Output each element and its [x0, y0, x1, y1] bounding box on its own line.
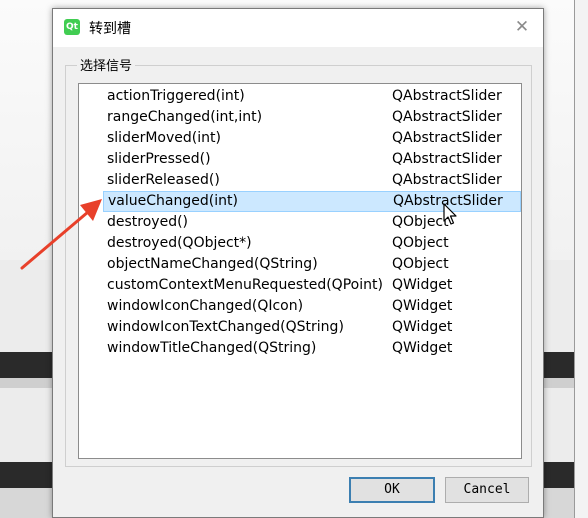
signal-class: QAbstractSlider	[392, 109, 502, 125]
go-to-slot-dialog: Qt 转到槽 ✕ 选择信号 actionTriggered(int) QAbstr…	[52, 8, 544, 518]
signal-list-item[interactable]: windowIconChanged(QIcon) QWidget	[103, 296, 521, 317]
signal-name: rangeChanged(int,int)	[107, 109, 263, 125]
signal-list-item[interactable]: objectNameChanged(QString) QObject	[103, 254, 521, 275]
dialog-title: 转到槽	[89, 21, 131, 37]
signal-name: sliderMoved(int)	[107, 130, 221, 146]
signal-name: destroyed()	[107, 214, 189, 230]
cancel-button[interactable]: Cancel	[445, 477, 529, 503]
signal-class: QAbstractSlider	[392, 88, 502, 104]
signal-name: sliderPressed()	[107, 151, 211, 167]
signal-name: windowTitleChanged(QString)	[107, 340, 317, 356]
signal-class: QAbstractSlider	[392, 151, 502, 167]
signal-name: destroyed(QObject*)	[107, 235, 252, 251]
signal-class: QObject	[392, 256, 449, 272]
signal-name: windowIconChanged(QIcon)	[107, 298, 304, 314]
ok-button[interactable]: OK	[349, 477, 435, 503]
signal-class: QAbstractSlider	[392, 130, 502, 146]
signal-class: QObject	[392, 235, 449, 251]
signal-list-item[interactable]: destroyed(QObject*) QObject	[103, 233, 521, 254]
signal-class: QAbstractSlider	[392, 172, 502, 188]
signal-list-item[interactable]: windowIconTextChanged(QString) QWidget	[103, 317, 521, 338]
signal-name: windowIconTextChanged(QString)	[107, 319, 344, 335]
signal-list-item[interactable]: sliderMoved(int) QAbstractSlider	[103, 128, 521, 149]
signal-class: QWidget	[392, 340, 453, 356]
signal-list[interactable]: actionTriggered(int) QAbstractSlider range…	[78, 83, 522, 459]
dialog-titlebar: Qt 转到槽 ✕	[53, 9, 543, 47]
mouse-cursor-icon	[443, 203, 457, 225]
signal-list-item[interactable]: actionTriggered(int) QAbstractSlider	[103, 86, 521, 107]
signal-name: sliderReleased()	[107, 172, 220, 188]
signal-list-item[interactable]: customContextMenuRequested(QPoint) QWidge…	[103, 275, 521, 296]
signal-name: objectNameChanged(QString)	[107, 256, 318, 272]
groupbox-label: 选择信号	[77, 55, 136, 74]
qt-logo-icon: Qt	[64, 19, 80, 35]
signal-class: QWidget	[392, 277, 453, 293]
signal-name: customContextMenuRequested(QPoint)	[107, 277, 383, 293]
background-scrollbar	[574, 0, 588, 518]
close-icon[interactable]: ✕	[509, 15, 535, 39]
signal-class: QWidget	[392, 319, 453, 335]
signal-name: actionTriggered(int)	[107, 88, 245, 104]
signal-class: QWidget	[392, 298, 453, 314]
signal-list-item[interactable]: sliderPressed() QAbstractSlider	[103, 149, 521, 170]
signal-class: QObject	[392, 214, 449, 230]
signal-list-item[interactable]: sliderReleased() QAbstractSlider	[103, 170, 521, 191]
signal-name: valueChanged(int)	[108, 193, 238, 209]
signal-list-item[interactable]: windowTitleChanged(QString) QWidget	[103, 338, 521, 359]
signal-list-item[interactable]: rangeChanged(int,int) QAbstractSlider	[103, 107, 521, 128]
